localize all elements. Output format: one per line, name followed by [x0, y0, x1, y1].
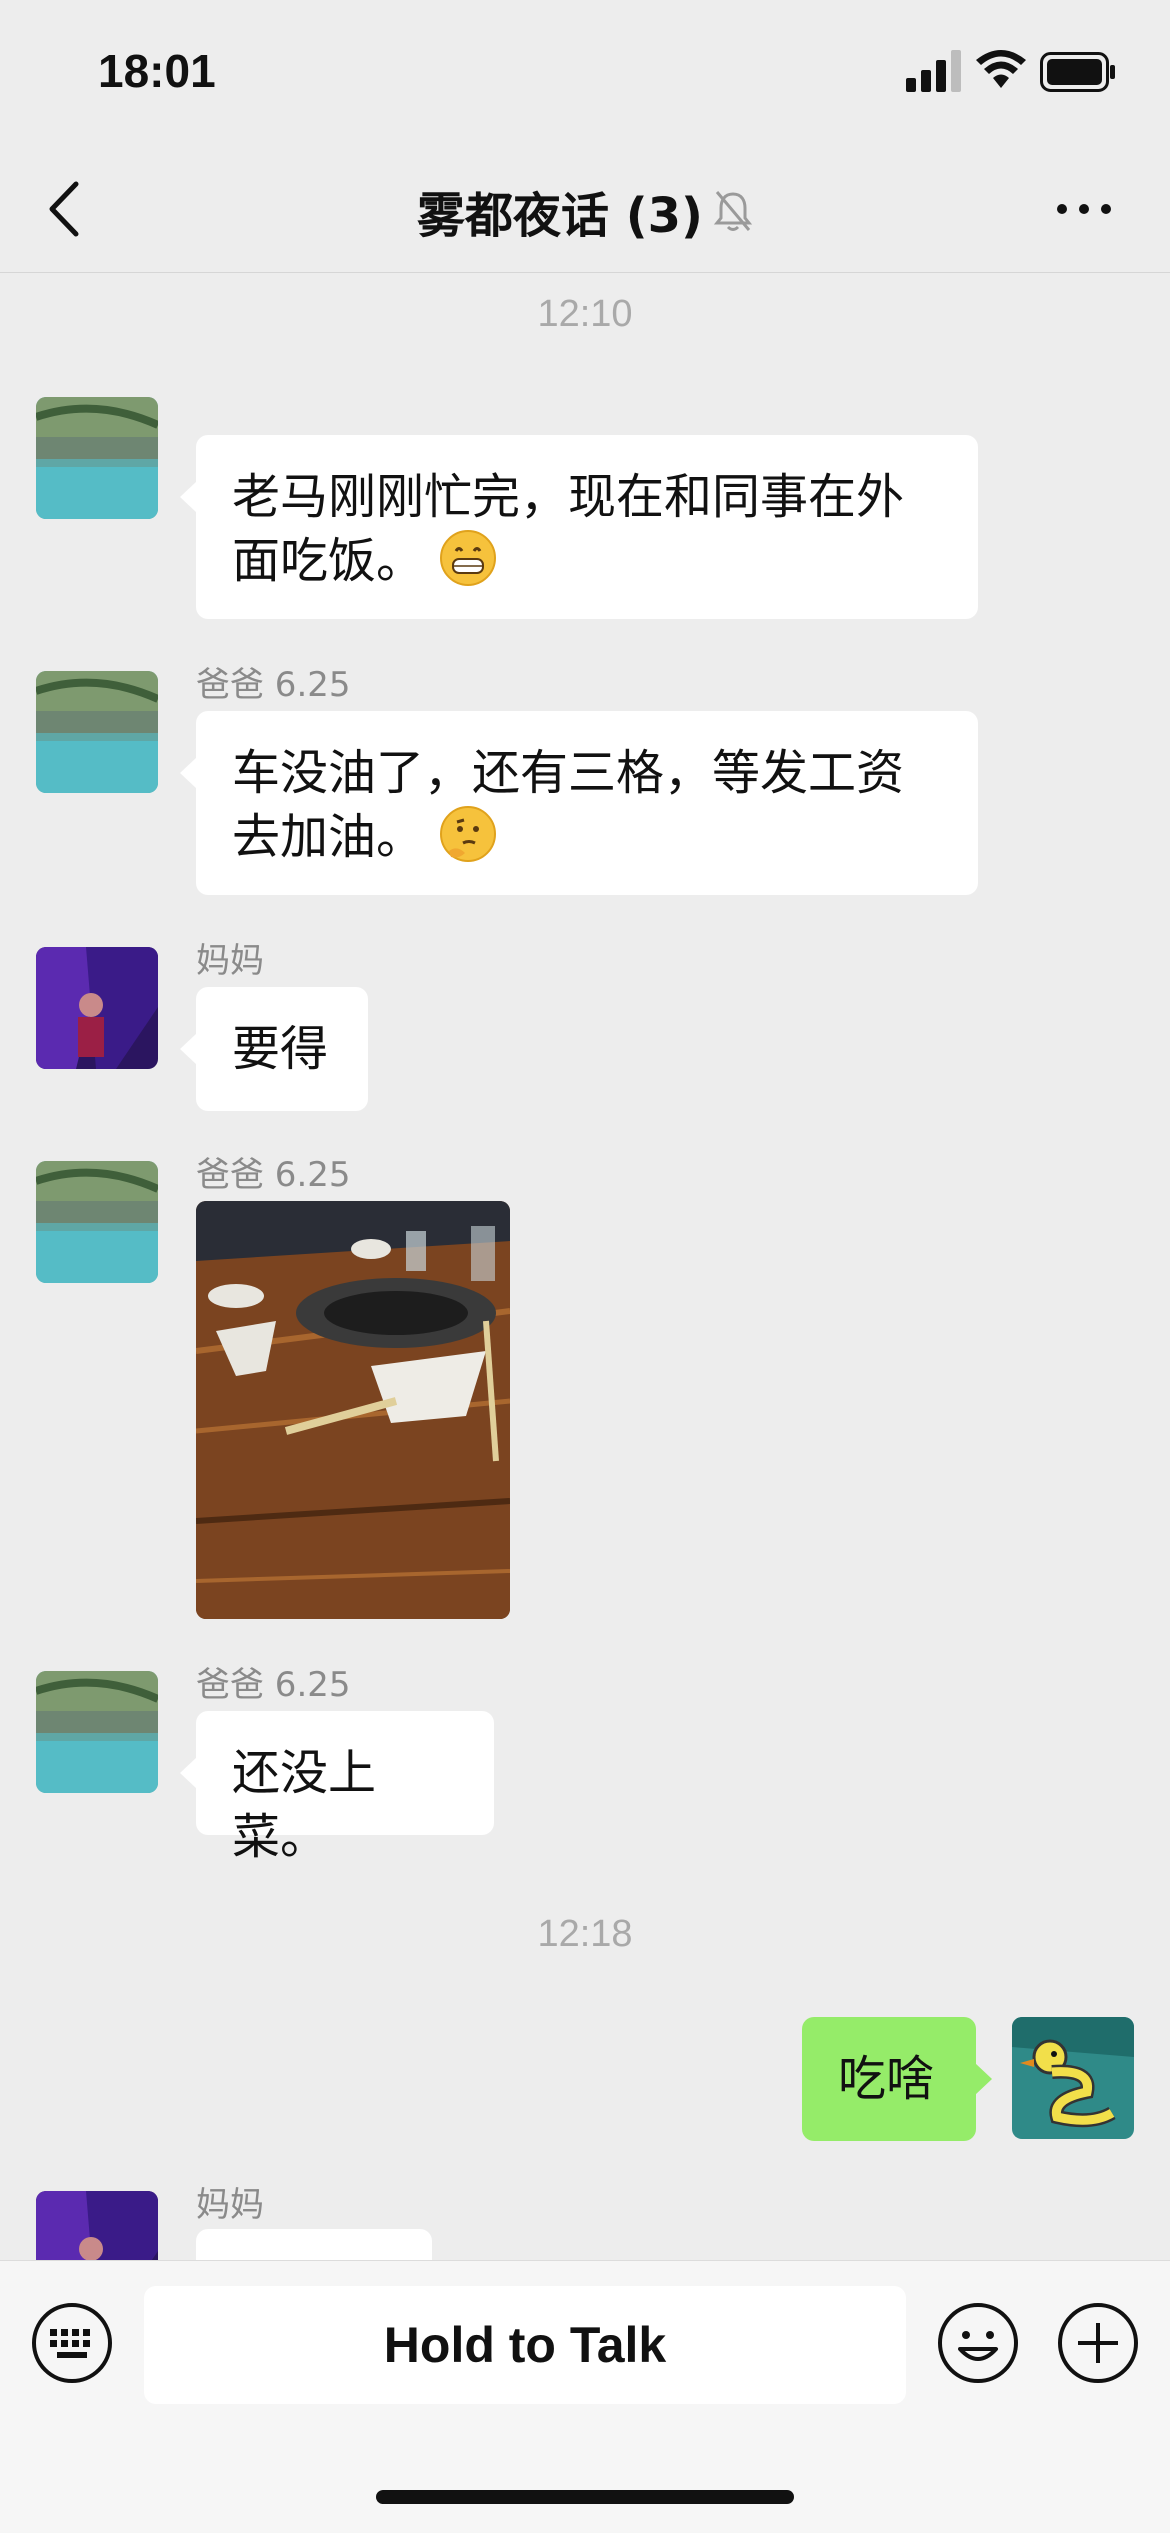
emoji-icon[interactable] [936, 2301, 1020, 2385]
avatar-dad[interactable] [36, 671, 158, 793]
battery-icon [1040, 52, 1115, 92]
status-bar: 18:01 [0, 0, 1170, 150]
home-indicator [376, 2490, 794, 2504]
photo-message[interactable] [196, 1201, 510, 1619]
sender-name: 爸爸 6.25 [196, 1665, 351, 1705]
hold-to-talk-button[interactable]: Hold to Talk [144, 2286, 906, 2404]
avatar-dad[interactable] [36, 1161, 158, 1283]
message-bubble[interactable]: 老马刚刚忙完，现在和同事在外面吃饭。 [180, 435, 978, 619]
message-text: 还没上菜。 [232, 1745, 377, 1865]
thinking-emoji-icon [440, 806, 497, 862]
avatar-self[interactable] [1012, 2017, 1134, 2139]
message-text: 吃啥 [838, 2051, 935, 2107]
avatar-mom[interactable] [36, 947, 158, 1069]
message-bubble[interactable]: 还没上菜。 [180, 1711, 494, 1865]
plus-icon[interactable] [1056, 2301, 1140, 2385]
message-text: 要得 [232, 1021, 329, 1077]
wifi-icon [976, 50, 1026, 88]
message-text: 车没油了，还有三格，等发工资去加油。 [232, 745, 905, 865]
message-text: 老马刚刚忙完，现在和同事在外面吃饭。 [232, 469, 905, 589]
more-icon[interactable] [1054, 194, 1114, 224]
timestamp: 12:10 [537, 293, 633, 335]
avatar-dad[interactable] [36, 397, 158, 519]
chat-title-area: 雾都夜话 (3) [0, 176, 1170, 246]
sender-name: 爸爸 6.25 [196, 1155, 351, 1195]
sender-name: 爸爸 6.25 [196, 665, 351, 705]
nav-bar: 雾都夜话 (3) [0, 150, 1170, 273]
chat-area[interactable]: 12:10 老马刚刚忙完，现在和同事在外面吃饭。 爸爸 6.25 车没油了，还有… [0, 273, 1170, 2260]
status-time: 18:01 [98, 45, 216, 97]
message-bubble[interactable] [196, 2229, 432, 2260]
message-bubble[interactable]: 车没油了，还有三格，等发工资去加油。 [180, 711, 978, 895]
keyboard-icon[interactable] [30, 2301, 114, 2385]
muted-bell-icon [713, 191, 753, 231]
avatar-mom[interactable] [36, 2191, 158, 2260]
sent-message-bubble[interactable]: 吃啥 [802, 2017, 992, 2141]
sender-name: 妈妈 [196, 2185, 264, 2225]
chat-title: 雾都夜话 (3) [417, 188, 703, 244]
message-bubble[interactable]: 要得 [180, 987, 368, 1111]
timestamp: 12:18 [537, 1913, 633, 1955]
avatar-dad[interactable] [36, 1671, 158, 1793]
grin-emoji-icon [440, 530, 497, 586]
sender-name: 妈妈 [196, 941, 264, 981]
signal-icon [906, 50, 961, 92]
